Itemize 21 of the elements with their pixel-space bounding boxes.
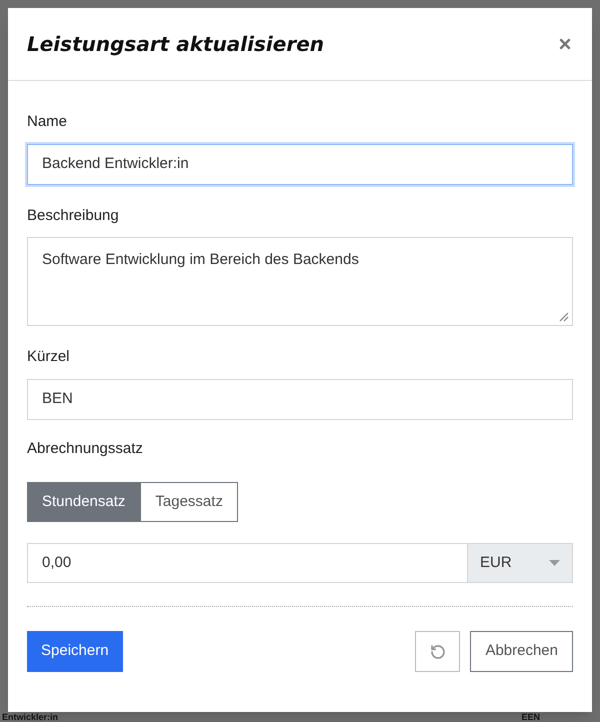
background-row-text: EEN <box>521 713 540 722</box>
field-label: Name <box>27 112 68 132</box>
reset-button[interactable] <box>415 631 460 672</box>
rate-toggle-tab[interactable]: Stundensatz <box>27 482 140 522</box>
input-field[interactable]: BEN <box>27 378 573 420</box>
field-label: Beschreibung <box>27 206 120 226</box>
currency-select[interactable]: EUR <box>468 543 573 583</box>
save-button[interactable]: Speichern <box>27 631 123 672</box>
close-icon[interactable] <box>557 36 573 52</box>
dialog-title: Leistungsart aktualisieren <box>27 31 324 58</box>
caret-icon <box>549 560 560 566</box>
resize-grip-icon[interactable] <box>559 312 569 322</box>
undo-icon <box>430 644 446 660</box>
background-row-text: Entwickler:in <box>2 713 58 722</box>
rate-toggle-tab[interactable]: Tagessatz <box>140 482 238 522</box>
amount-field[interactable]: 0,00 <box>27 543 468 583</box>
description-field[interactable]: Software Entwicklung im Bereich des Backends <box>27 237 573 326</box>
cancel-button[interactable]: Abbrechen <box>470 631 573 672</box>
input-field[interactable]: Backend Entwickler:in <box>27 144 573 184</box>
field-label: Kürzel <box>27 347 71 367</box>
field-label: Abrechnungssatz <box>27 438 144 458</box>
